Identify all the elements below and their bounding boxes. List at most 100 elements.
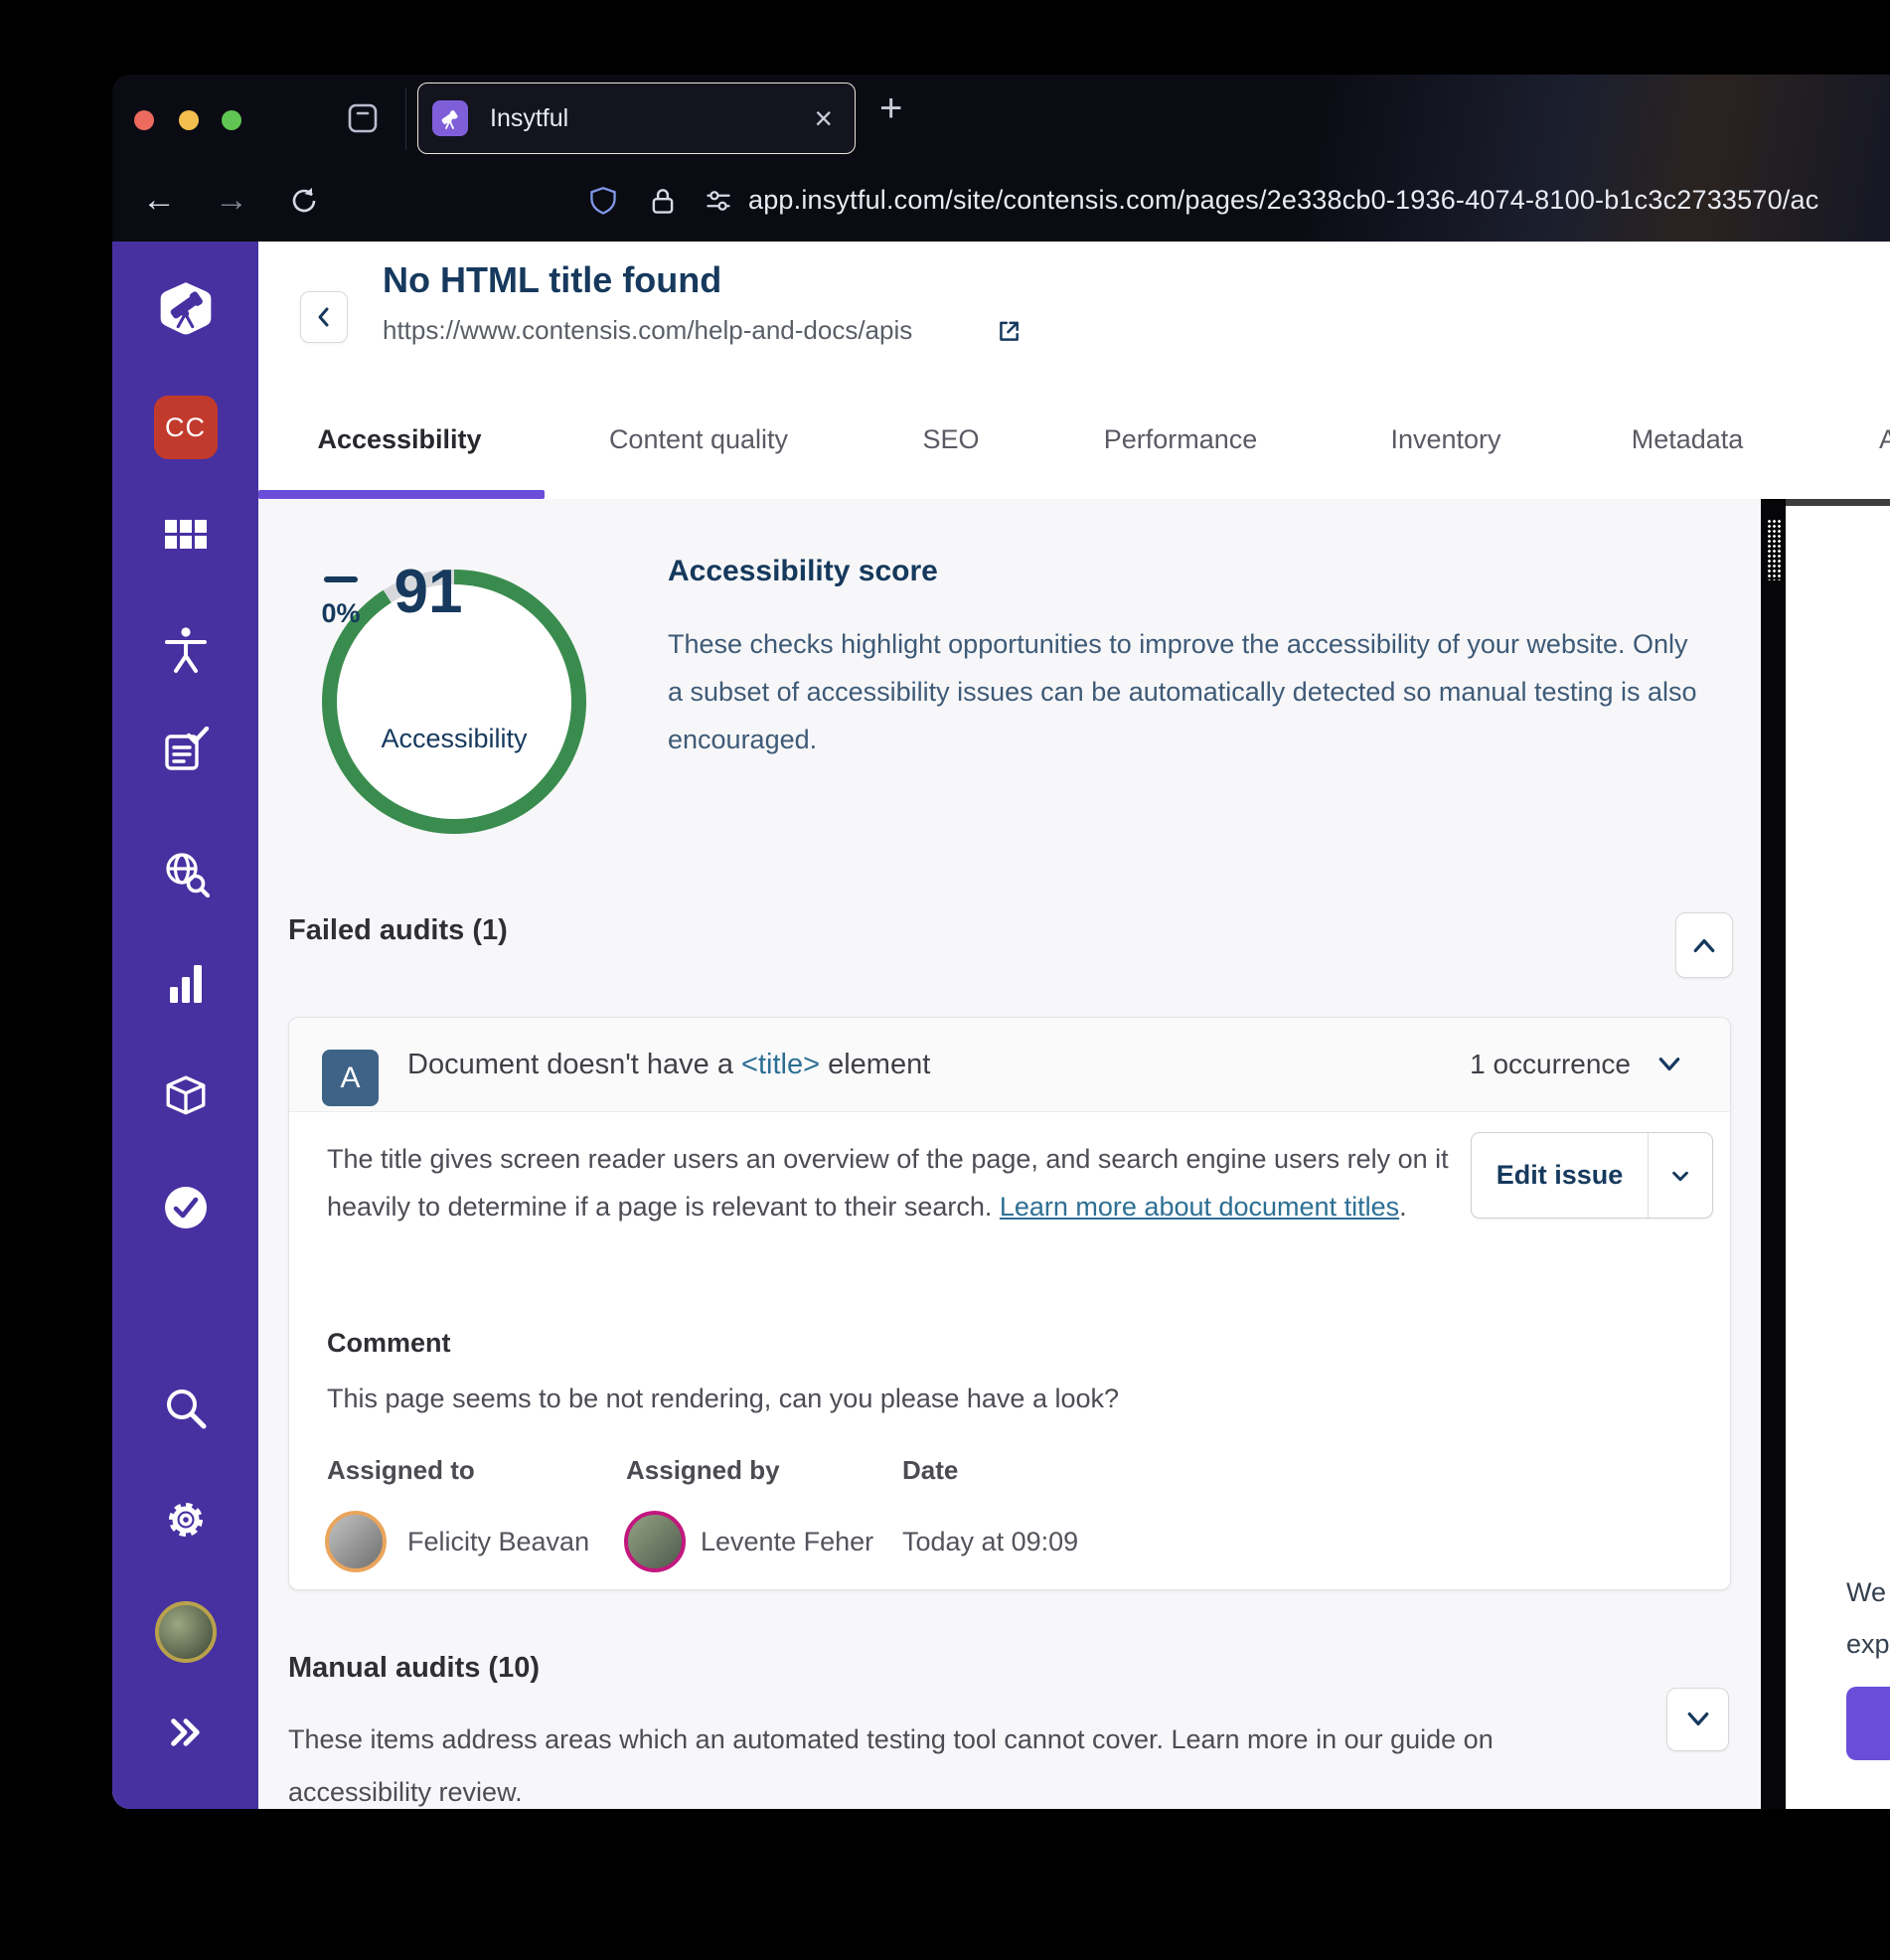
minimize-window-button[interactable] [179, 110, 199, 130]
occurrence-chevron-down-icon[interactable] [1656, 1051, 1682, 1081]
failed-audits-collapse-button[interactable] [1675, 912, 1733, 978]
insytful-logo-icon[interactable] [112, 279, 258, 339]
audit-level-badge: A [322, 1050, 379, 1106]
preview-action-button[interactable] [1846, 1687, 1890, 1760]
forward-icon[interactable]: → [215, 159, 248, 242]
sidebar-item-site-scan[interactable] [112, 850, 258, 898]
tracking-shield-icon[interactable] [589, 159, 617, 242]
report-content: 0% 91 Accessibility Accessibility score … [258, 499, 1761, 1809]
score-heading: Accessibility score [668, 555, 938, 587]
comment-text: This page seems to be not rendering, can… [327, 1384, 1120, 1413]
audit-title-code: <title> [741, 1048, 821, 1080]
chevron-up-icon [1693, 939, 1715, 953]
failed-audits-heading: Failed audits (1) [288, 914, 508, 946]
tab-performance[interactable]: Performance [1104, 390, 1258, 489]
double-chevron-right-icon [170, 1718, 200, 1746]
audited-page-url[interactable]: https://www.contensis.com/help-and-docs/… [383, 315, 912, 346]
sidebar-item-profile[interactable] [112, 1601, 258, 1663]
close-window-button[interactable] [134, 110, 154, 130]
audit-title-pre: Document doesn't have a [407, 1048, 742, 1080]
sidebar-item-expand[interactable] [112, 1715, 258, 1750]
sidebar-item-apps[interactable] [112, 518, 258, 552]
close-tab-icon[interactable]: × [814, 102, 833, 134]
assigned-to-avatar [325, 1511, 387, 1572]
back-icon[interactable]: ← [142, 159, 176, 242]
lock-icon[interactable] [649, 159, 677, 242]
report-tab-bar: Accessibility Content quality SEO Perfor… [258, 390, 1890, 499]
app-body: CC No HTML title found https://www.conte… [112, 242, 1890, 1809]
failed-audit-card: A Document doesn't have a <title> elemen… [288, 1017, 1731, 1590]
check-circle-icon [164, 1187, 207, 1228]
tab-overview-icon[interactable] [347, 100, 379, 141]
score-description: These checks highlight opportunities to … [668, 629, 1697, 754]
sidebar-item-audits[interactable] [112, 727, 258, 774]
tab-inventory[interactable]: Inventory [1390, 390, 1500, 489]
sidebar-item-accessibility[interactable] [112, 625, 258, 675]
tab-seo[interactable]: SEO [922, 390, 979, 489]
tab-content-quality[interactable]: Content quality [609, 390, 788, 489]
preview-resize-divider[interactable] [1761, 499, 1786, 1809]
edit-issue-dropdown-button[interactable] [1649, 1133, 1712, 1218]
sidebar-item-site-switcher[interactable]: CC [112, 396, 258, 459]
audit-title-post: element [820, 1048, 931, 1080]
apps-grid-icon [164, 520, 207, 549]
browser-chrome: Insytful × + ← → app.insytful.com/site/c… [112, 75, 1890, 242]
back-button[interactable] [300, 291, 348, 343]
chrome-separator [405, 88, 406, 150]
audit-card-header[interactable]: A Document doesn't have a <title> elemen… [289, 1018, 1730, 1112]
sidebar-item-search[interactable] [112, 1386, 258, 1431]
assigned-to-name: Felicity Beavan [407, 1526, 590, 1556]
score-trend-dash [324, 576, 358, 582]
globe-search-icon [165, 853, 210, 898]
tab-accessibility[interactable]: Accessibility [317, 390, 481, 489]
tab-metadata[interactable]: Metadata [1632, 390, 1744, 489]
manual-audits-heading: Manual audits (10) [288, 1652, 540, 1684]
new-tab-icon[interactable]: + [879, 86, 902, 131]
sidebar-item-packages[interactable] [112, 1074, 258, 1118]
assigned-by-name: Levente Feher [701, 1526, 874, 1556]
edit-issue-split-button: Edit issue [1471, 1132, 1713, 1219]
package-icon [166, 1075, 205, 1115]
insytful-favicon-telescope-icon [432, 100, 468, 136]
bar-chart-icon [169, 965, 202, 1003]
drag-grip-icon[interactable] [1767, 519, 1781, 580]
sidebar: CC [112, 242, 258, 1809]
score-trend-delta: 0% [321, 598, 361, 628]
maximize-window-button[interactable] [222, 110, 241, 130]
external-link-icon[interactable] [996, 318, 1022, 349]
sidebar-item-settings[interactable] [112, 1497, 258, 1543]
sidebar-item-checks[interactable] [112, 1185, 258, 1230]
browser-window: Insytful × + ← → app.insytful.com/site/c… [112, 75, 1890, 1809]
assigned-by-avatar [624, 1511, 686, 1572]
user-avatar[interactable] [154, 1601, 217, 1663]
url-text[interactable]: app.insytful.com/site/contensis.com/page… [748, 159, 1818, 242]
chevron-down-icon [1672, 1171, 1688, 1181]
url-row: ← → app.insytful.com/site/contensis.com/… [112, 159, 1890, 242]
manual-audits-description: These items address areas which an autom… [288, 1724, 1494, 1807]
reload-icon[interactable] [287, 159, 319, 242]
date-label: Date [902, 1455, 959, 1485]
tab-next-partial[interactable]: A [1879, 390, 1890, 489]
learn-more-link[interactable]: Learn more about document titles [1000, 1192, 1399, 1222]
manual-audits-expand-button[interactable] [1666, 1688, 1729, 1751]
page-title: No HTML title found [383, 259, 722, 300]
chevron-left-icon [318, 307, 329, 327]
preview-text-fragment-1: We [1846, 1577, 1887, 1607]
occurrence-count: 1 occurrence [1470, 1049, 1631, 1079]
chevron-down-icon [1687, 1712, 1708, 1725]
accessibility-icon [164, 627, 207, 673]
assigned-to-label: Assigned to [327, 1455, 475, 1485]
active-tab-underline [258, 490, 545, 499]
score-gauge-label: Accessibility [381, 724, 528, 753]
sidebar-item-reports[interactable] [112, 961, 258, 1005]
audit-description-period: . [1399, 1192, 1407, 1222]
edit-issue-button[interactable]: Edit issue [1472, 1133, 1649, 1218]
permissions-icon[interactable] [705, 159, 732, 242]
browser-tab[interactable]: Insytful × [417, 82, 856, 154]
screen: Insytful × + ← → app.insytful.com/site/c… [0, 0, 1890, 1960]
preview-text-fragment-2: exp [1846, 1629, 1890, 1659]
cc-site-badge[interactable]: CC [153, 396, 218, 459]
audit-edit-icon [164, 727, 209, 770]
date-value: Today at 09:09 [902, 1526, 1079, 1556]
preview-card: We exp [1786, 499, 1890, 1782]
